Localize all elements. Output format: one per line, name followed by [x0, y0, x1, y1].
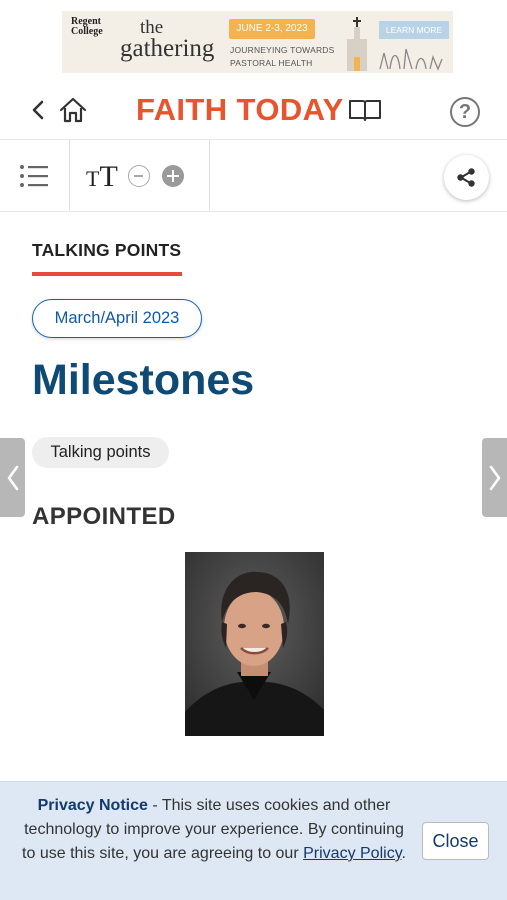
font-size-small-glyph: T — [86, 166, 100, 191]
article-subhead: APPOINTED — [32, 503, 176, 530]
previous-article-button[interactable] — [0, 438, 25, 517]
privacy-policy-link[interactable]: Privacy Policy — [303, 845, 401, 862]
section-label[interactable]: TALKING POINTS — [32, 240, 181, 261]
reader-toolbar: TT — [0, 140, 507, 212]
section-underline — [32, 272, 182, 276]
portrait-photo — [185, 552, 324, 736]
ad-learn-more-button[interactable]: LEARN MORE — [379, 21, 449, 39]
book-icon — [348, 100, 381, 121]
ad-scribble-illustration — [379, 48, 443, 71]
ad-logo-line2: College — [71, 26, 103, 37]
home-icon[interactable] — [58, 95, 88, 125]
back-icon[interactable] — [27, 95, 51, 125]
toolbar-divider — [69, 140, 70, 210]
share-icon — [457, 168, 475, 187]
faith-today-logo[interactable]: FAITH TODAY — [136, 92, 382, 128]
font-size-big-glyph: T — [99, 160, 118, 193]
next-article-button[interactable] — [482, 438, 507, 517]
privacy-notice-text: Privacy Notice - This site uses cookies … — [22, 794, 406, 866]
table-of-contents-icon[interactable] — [18, 162, 50, 190]
brand-text: FAITH TODAY — [136, 92, 344, 127]
share-button[interactable] — [444, 155, 489, 200]
toolbar-divider — [209, 140, 210, 210]
ad-date-badge: JUNE 2-3, 2023 — [229, 19, 315, 39]
issue-button[interactable]: March/April 2023 — [32, 299, 202, 338]
increase-font-icon[interactable] — [162, 165, 184, 187]
ad-banner[interactable]: Regent College the gathering JUNE 2-3, 2… — [62, 11, 453, 73]
church-illustration — [344, 17, 370, 71]
article-title: Milestones — [32, 356, 255, 404]
regent-college-logo: Regent College — [71, 17, 103, 37]
portrait-illustration — [185, 552, 324, 736]
chevron-left-icon — [7, 465, 19, 491]
privacy-notice-heading: Privacy Notice — [37, 797, 148, 814]
privacy-notice-end: . — [401, 845, 406, 862]
font-size-icon: TT — [86, 160, 118, 194]
topic-tag[interactable]: Talking points — [32, 437, 169, 468]
decrease-font-icon[interactable] — [128, 165, 150, 187]
ad-tagline-line1: JOURNEYING TOWARDS — [230, 45, 335, 55]
privacy-notice-banner: Privacy Notice - This site uses cookies … — [0, 781, 507, 900]
app-header: FAITH TODAY ? — [0, 82, 507, 140]
ad-tagline-line2: PASTORAL HEALTH — [230, 58, 313, 68]
help-icon[interactable]: ? — [450, 97, 480, 127]
close-button[interactable]: Close — [422, 822, 489, 860]
ad-word-gathering: gathering — [120, 35, 215, 62]
ad-tagline: JOURNEYING TOWARDS PASTORAL HEALTH — [230, 44, 335, 70]
chevron-right-icon — [489, 465, 501, 491]
